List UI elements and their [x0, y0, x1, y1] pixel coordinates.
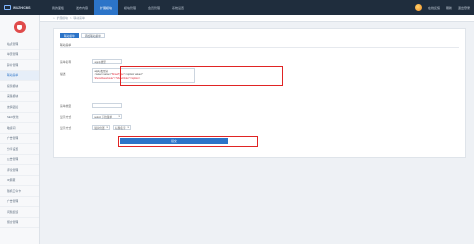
tab-linkage-menu[interactable]: 联动菜单	[60, 33, 79, 38]
sidebar-item[interactable]: 友情链接	[0, 102, 39, 113]
display-label: 显示方式	[60, 114, 72, 119]
chevron-down-icon: ▾	[106, 126, 108, 129]
logo-icon	[4, 5, 11, 10]
section-title: 联动菜单	[60, 43, 459, 48]
top-bar: WUZHICMS 我的面板 发布内容 扩展模块 模块管理 会员管理 系统设置 在…	[0, 0, 474, 15]
sidebar-item[interactable]: SEO优化	[0, 113, 39, 123]
breadcrumb-item[interactable]: 扩展模块	[57, 16, 68, 20]
sidebar-item[interactable]: 分享设置	[0, 144, 39, 155]
sidebar-item[interactable]: 碎片管理	[0, 60, 39, 71]
sidebar-item[interactable]: 敏感词	[0, 123, 39, 134]
sidebar-logo	[0, 15, 39, 39]
sidebar-item[interactable]: 广告管理	[0, 197, 39, 207]
position-select[interactable]: 展示位置 ▾	[92, 125, 110, 130]
sidebar-item[interactable]: 站点管理	[0, 39, 39, 50]
sidebar-item[interactable]: 评论管理	[0, 165, 39, 176]
sidebar-item[interactable]: 采集模块	[0, 92, 39, 102]
main-nav: 我的面板 发布内容 扩展模块 模块管理 会员管理 系统设置	[46, 0, 190, 15]
refresh-link[interactable]: 刷新	[446, 6, 452, 10]
nav-extensions[interactable]: 扩展模块	[94, 0, 118, 15]
breadcrumb: ⌂ 扩展模块 > 联动菜单	[40, 15, 474, 22]
sidebar-item[interactable]: 投票模块	[0, 81, 39, 92]
sidebar-item[interactable]: 单页管理	[0, 50, 39, 60]
type-row: 菜单类型	[60, 103, 122, 108]
sidebar-item[interactable]: 问题反馈	[0, 207, 39, 218]
tab-bar: 联动菜单 添加联动菜单	[54, 29, 465, 42]
highlight-box-description	[120, 66, 283, 86]
logout-link[interactable]: 退出登录	[458, 6, 470, 10]
breadcrumb-sep: >	[69, 16, 72, 20]
feedback-link[interactable]: 在线反馈	[428, 6, 440, 10]
sidebar-item[interactable]: IP屏蔽	[0, 176, 39, 186]
style-label: 显示方式	[60, 125, 72, 130]
top-right: 在线反馈 刷新 退出登录	[414, 0, 474, 15]
sidebar-item[interactable]: 随机口令卡	[0, 186, 39, 197]
sidebar: 站点管理 单页管理 碎片管理 联动菜单 投票模块 采集模块 友情链接 SEO优化…	[0, 15, 40, 244]
display-select[interactable]: select 下拉菜单 ▾	[92, 114, 122, 119]
nav-modules[interactable]: 模块管理	[118, 0, 142, 15]
sidebar-item-active[interactable]: 联动菜单	[0, 70, 39, 81]
chevron-down-icon: ▾	[127, 126, 129, 129]
logo: WUZHICMS	[0, 0, 40, 15]
avatar[interactable]	[414, 4, 422, 11]
highlight-box-submit	[118, 136, 258, 147]
chevron-down-icon: ▾	[118, 115, 120, 118]
title-select[interactable]: 标题名字 ▾	[113, 125, 131, 130]
nav-settings[interactable]: 系统设置	[166, 0, 190, 15]
sidebar-item[interactable]: 公告管理	[0, 155, 39, 165]
nav-dashboard[interactable]: 我的面板	[46, 0, 70, 15]
logo-text: WUZHICMS	[13, 5, 31, 10]
sidebar-item[interactable]: 广告管理	[0, 134, 39, 144]
home-icon[interactable]: ⌂	[53, 16, 55, 20]
type-label: 菜单类型	[60, 103, 72, 108]
name-row: 菜单名称 apply类型	[60, 59, 122, 64]
nav-members[interactable]: 会员管理	[142, 0, 166, 15]
name-label: 菜单名称	[60, 59, 72, 64]
display-row: 显示方式 select 下拉菜单 ▾	[60, 114, 122, 119]
main-content: ⌂ 扩展模块 > 联动菜单 联动菜单 添加联动菜单 联动菜单 菜单名称 appl…	[40, 15, 474, 244]
shield-icon	[13, 21, 26, 33]
sidebar-item[interactable]: 留言管理	[0, 218, 39, 228]
breadcrumb-item[interactable]: 联动菜单	[74, 16, 85, 20]
name-input[interactable]: apply类型	[92, 59, 122, 64]
form-panel: 联动菜单 添加联动菜单 联动菜单 菜单名称 apply类型 描述 apply类型…	[53, 28, 466, 158]
type-input[interactable]	[92, 103, 122, 108]
tab-add-linkage-menu[interactable]: 添加联动菜单	[80, 33, 105, 38]
style-row: 显示方式 展示位置 ▾ 标题名字 ▾	[60, 125, 131, 130]
desc-label: 描述	[60, 72, 66, 76]
nav-publish[interactable]: 发布内容	[70, 0, 94, 15]
